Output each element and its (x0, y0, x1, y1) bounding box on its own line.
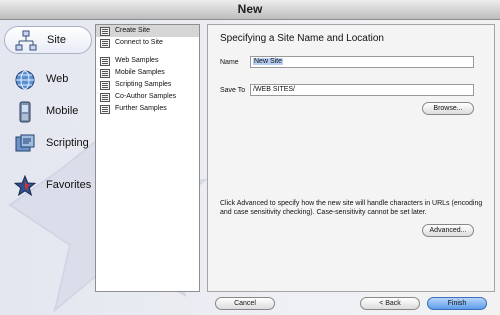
document-icon (100, 69, 110, 78)
document-icon (100, 27, 110, 36)
advanced-button[interactable]: Advanced... (422, 224, 474, 237)
category-favorites-label: Favorites (46, 179, 92, 191)
list-item-label: Further Samples (115, 105, 167, 112)
list-item-scripting-samples[interactable]: Scripting Samples (96, 79, 199, 91)
site-name-input[interactable]: New Site (250, 56, 474, 68)
mobile-phone-icon (19, 101, 31, 123)
list-item-label: Mobile Samples (115, 69, 165, 76)
category-web-label: Web (46, 73, 69, 85)
document-icon (100, 57, 110, 66)
save-to-label: Save To (220, 87, 246, 94)
dialog-footer: Cancel < Back Finish (0, 295, 500, 315)
star-icon (14, 175, 36, 197)
list-item-label: Connect to Site (115, 39, 163, 46)
name-label: Name (220, 59, 239, 66)
site-settings-panel: Specifying a Site Name and Location Name… (207, 24, 495, 292)
category-web[interactable]: Web (4, 66, 92, 94)
list-item-create-site[interactable]: Create Site (96, 25, 199, 37)
new-dialog-window: New Site Web Mobile Scripting Favorites … (0, 0, 500, 315)
list-item-label: Co-Author Samples (115, 93, 177, 100)
document-icon (100, 81, 110, 90)
cancel-button[interactable]: Cancel (215, 297, 275, 310)
category-sidebar: Site Web Mobile Scripting Favorites (0, 20, 96, 295)
category-site-label: Site (47, 34, 66, 46)
browse-button[interactable]: Browse... (422, 102, 474, 115)
category-mobile-label: Mobile (46, 105, 79, 117)
list-item-label: Create Site (115, 27, 151, 34)
scripting-icon (15, 134, 35, 152)
category-scripting-label: Scripting (46, 137, 89, 149)
finish-button[interactable]: Finish (427, 297, 487, 310)
list-item-label: Scripting Samples (115, 81, 172, 88)
back-button[interactable]: < Back (360, 297, 420, 310)
document-icon (100, 39, 110, 48)
window-title: New (237, 2, 263, 16)
list-item-web-samples[interactable]: Web Samples (96, 55, 199, 67)
category-scripting[interactable]: Scripting (4, 130, 92, 158)
list-item-mobile-samples[interactable]: Mobile Samples (96, 67, 199, 79)
document-icon (100, 105, 110, 114)
title-bar: New (0, 0, 500, 20)
document-icon (100, 93, 110, 102)
category-mobile[interactable]: Mobile (4, 98, 92, 126)
save-to-value: /WEB SITES/ (253, 86, 296, 93)
list-item-connect-to-site[interactable]: Connect to Site (96, 37, 199, 49)
list-item-further-samples[interactable]: Further Samples (96, 103, 199, 115)
template-list: Create Site Connect to Site Web Samples … (95, 24, 200, 292)
save-to-input[interactable]: /WEB SITES/ (250, 84, 474, 96)
list-item-label: Web Samples (115, 57, 159, 64)
advanced-info-text: Click Advanced to specify how the new si… (220, 200, 483, 216)
list-item-co-author-samples[interactable]: Co-Author Samples (96, 91, 199, 103)
category-favorites[interactable]: Favorites (4, 172, 92, 200)
globe-icon (15, 70, 35, 90)
site-name-value: New Site (253, 58, 284, 65)
category-site[interactable]: Site (4, 26, 92, 54)
dialog-body: Site Web Mobile Scripting Favorites Crea… (0, 20, 500, 315)
panel-heading: Specifying a Site Name and Location (220, 33, 384, 44)
site-icon (15, 30, 37, 51)
